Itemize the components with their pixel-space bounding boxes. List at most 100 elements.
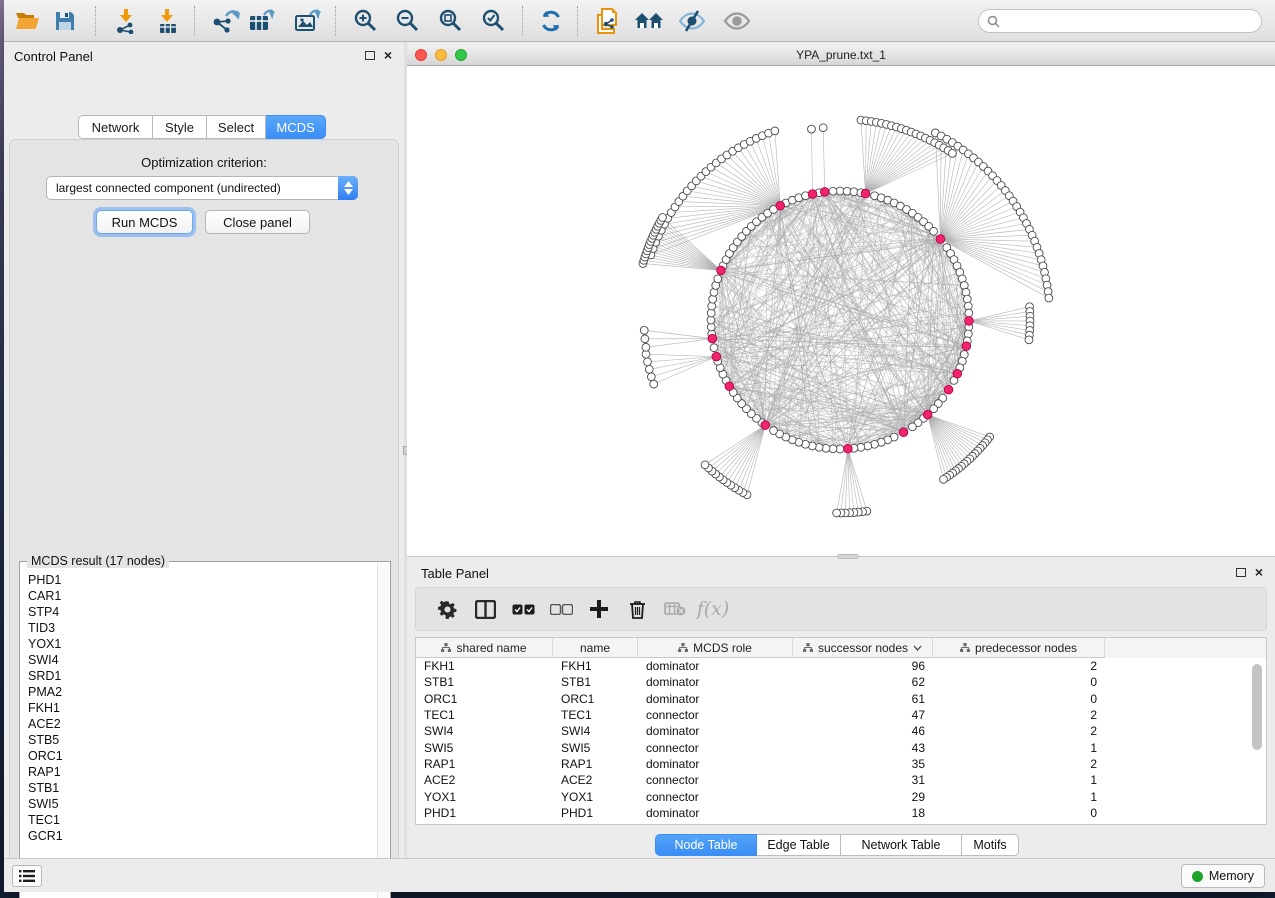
show-column-panel-icon[interactable] — [466, 591, 504, 627]
mcds-result-item[interactable]: STP4 — [28, 604, 376, 620]
graph-hub-node[interactable] — [861, 189, 870, 198]
table-settings-icon[interactable] — [428, 591, 466, 627]
tab-node-table[interactable]: Node Table — [655, 834, 757, 856]
apply-layout-icon[interactable] — [535, 5, 567, 37]
mcds-result-item[interactable]: STB5 — [28, 732, 376, 748]
table-row[interactable]: PHD1PHD1dominator180 — [416, 805, 1266, 821]
graph-node[interactable] — [819, 124, 827, 132]
zoom-selected-icon[interactable] — [478, 5, 510, 37]
tab-network[interactable]: Network — [78, 115, 153, 139]
import-table-icon[interactable] — [152, 5, 184, 37]
table-row[interactable]: RAP1RAP1dominator352 — [416, 756, 1266, 772]
mcds-result-item[interactable]: ACE2 — [28, 716, 376, 732]
mcds-result-item[interactable]: FKH1 — [28, 700, 376, 716]
table-row[interactable]: SWI4SWI4dominator462 — [416, 723, 1266, 739]
first-neighbors-icon[interactable] — [633, 5, 665, 37]
mcds-result-item[interactable]: SWI4 — [28, 652, 376, 668]
graph-node[interactable] — [808, 125, 816, 133]
graph-hub-node[interactable] — [962, 342, 971, 351]
graph-node[interactable] — [647, 373, 655, 381]
column-header-successor-nodes[interactable]: successor nodes — [793, 638, 933, 658]
graph-hub-node[interactable] — [725, 382, 734, 391]
table-scrollbar[interactable] — [1252, 662, 1263, 820]
tab-network-table[interactable]: Network Table — [841, 834, 962, 856]
task-history-button[interactable] — [12, 865, 42, 887]
graph-node[interactable] — [644, 358, 652, 366]
mcds-result-item[interactable]: SRD1 — [28, 668, 376, 684]
close-table-panel-icon[interactable]: × — [1255, 567, 1263, 577]
zoom-in-icon[interactable] — [350, 5, 382, 37]
tab-style[interactable]: Style — [153, 115, 207, 139]
search-input[interactable] — [1005, 14, 1261, 28]
table-row[interactable]: TEC1TEC1connector472 — [416, 707, 1266, 723]
close-panel-button[interactable]: Close panel — [205, 210, 310, 234]
network-graph[interactable] — [407, 66, 1275, 556]
graph-hub-node[interactable] — [776, 201, 785, 210]
tab-select[interactable]: Select — [207, 115, 266, 139]
close-panel-icon[interactable]: × — [384, 50, 392, 60]
search-box[interactable] — [978, 9, 1262, 33]
graph-node[interactable] — [640, 326, 648, 334]
zoom-out-icon[interactable] — [392, 5, 424, 37]
graph-hub-node[interactable] — [820, 188, 829, 197]
run-mcds-button[interactable]: Run MCDS — [96, 210, 193, 234]
column-header-MCDS-role[interactable]: MCDS role — [638, 638, 793, 658]
graph-hub-node[interactable] — [953, 369, 962, 378]
graph-node[interactable] — [771, 127, 779, 135]
table-row[interactable]: ORC1ORC1dominator610 — [416, 691, 1266, 707]
graph-node[interactable] — [1045, 294, 1053, 302]
hide-selected-icon[interactable] — [676, 5, 708, 37]
import-network-icon[interactable] — [111, 5, 143, 37]
mcds-result-item[interactable]: ORC1 — [28, 748, 376, 764]
network-canvas[interactable] — [407, 66, 1275, 556]
graph-node[interactable] — [770, 427, 778, 435]
graph-node[interactable] — [965, 309, 973, 317]
mcds-result-item[interactable]: PMA2 — [28, 684, 376, 700]
mcds-result-item[interactable]: STB1 — [28, 780, 376, 796]
graph-node[interactable] — [650, 380, 658, 388]
graph-node[interactable] — [908, 423, 916, 431]
graph-node[interactable] — [1025, 336, 1033, 344]
export-image-icon[interactable] — [292, 5, 324, 37]
graph-node[interactable] — [948, 149, 956, 157]
table-row[interactable]: ACE2ACE2connector311 — [416, 772, 1266, 788]
add-column-icon[interactable] — [580, 591, 618, 627]
optimization-criterion-dropdown[interactable]: largest connected component (undirected) — [46, 176, 358, 200]
deselect-all-rows-icon[interactable] — [542, 591, 580, 627]
graph-hub-node[interactable] — [965, 317, 974, 326]
graph-node[interactable] — [940, 475, 948, 483]
new-network-from-selection-icon[interactable] — [591, 5, 623, 37]
tab-motifs[interactable]: Motifs — [962, 834, 1019, 856]
graph-hub-node[interactable] — [923, 410, 932, 419]
graph-hub-node[interactable] — [717, 266, 726, 275]
export-table-icon[interactable] — [246, 5, 278, 37]
mcds-result-item[interactable]: PHD1 — [28, 572, 376, 588]
table-row[interactable]: FKH1FKH1dominator962 — [416, 658, 1266, 674]
tab-edge-table[interactable]: Edge Table — [757, 834, 841, 856]
mcds-result-item[interactable]: GCR1 — [28, 828, 376, 844]
graph-node[interactable] — [659, 214, 667, 222]
graph-hub-node[interactable] — [944, 385, 953, 394]
mcds-result-item[interactable]: CAR1 — [28, 588, 376, 604]
graph-node[interactable] — [833, 509, 841, 517]
table-row[interactable]: STB1STB1dominator620 — [416, 674, 1266, 690]
zoom-fit-icon[interactable] — [435, 5, 467, 37]
delete-column-icon[interactable] — [618, 591, 656, 627]
table-row[interactable]: YOX1YOX1connector291 — [416, 788, 1266, 804]
graph-hub-node[interactable] — [761, 421, 770, 430]
horizontal-splitter-grabber[interactable] — [837, 554, 859, 559]
graph-node[interactable] — [714, 275, 722, 283]
mcds-result-item[interactable]: YOX1 — [28, 636, 376, 652]
graph-hub-node[interactable] — [712, 352, 721, 361]
graph-node[interactable] — [642, 343, 650, 351]
graph-hub-node[interactable] — [899, 428, 908, 437]
column-header-name[interactable]: name — [553, 638, 638, 658]
float-table-panel-icon[interactable] — [1236, 568, 1246, 577]
save-session-icon[interactable] — [49, 5, 81, 37]
mcds-result-item[interactable]: TID3 — [28, 620, 376, 636]
graph-node[interactable] — [930, 227, 938, 235]
graph-node[interactable] — [641, 335, 649, 343]
open-session-icon[interactable] — [11, 5, 43, 37]
graph-node[interactable] — [829, 187, 837, 195]
table-row[interactable]: SWI5SWI5connector431 — [416, 739, 1266, 755]
